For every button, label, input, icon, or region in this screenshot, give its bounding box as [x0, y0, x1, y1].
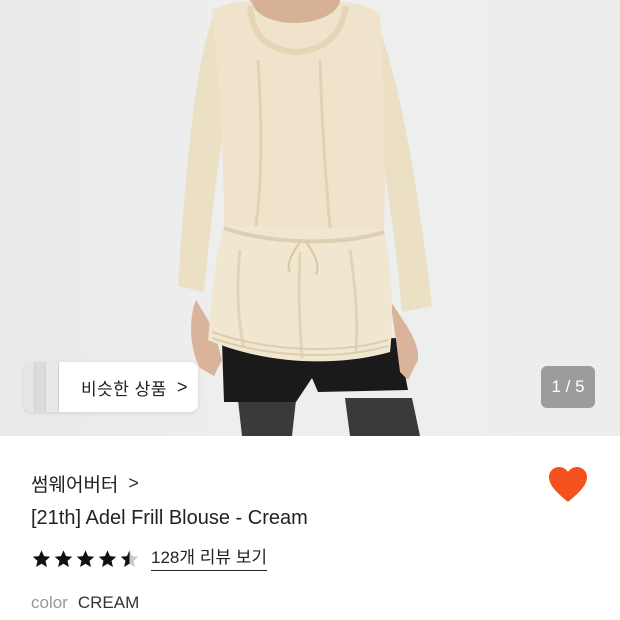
brand-name: 썸웨어버터 — [31, 475, 119, 496]
heart-icon[interactable] — [548, 466, 588, 504]
rating-stars — [31, 549, 141, 570]
star-icon — [32, 550, 51, 567]
reviews-link[interactable]: 128개 리뷰 보기 — [151, 548, 268, 571]
thumbnail — [35, 362, 46, 412]
star-icon — [98, 550, 117, 567]
star-icon — [76, 550, 95, 567]
product-photo[interactable]: 비슷한 상품 > 1 / 5 — [0, 0, 620, 436]
product-title: [21th] Adel Frill Blouse - Cream — [31, 507, 308, 529]
color-value: CREAM — [77, 593, 140, 612]
thumbnail — [46, 362, 59, 412]
color-option: color CREAM — [31, 593, 139, 613]
chevron-right-icon: > — [176, 376, 188, 397]
brand-link[interactable]: 썸웨어버터 > — [31, 470, 139, 497]
image-counter: 1 / 5 — [541, 366, 595, 408]
rating-row: 128개 리뷰 보기 — [31, 548, 268, 571]
chevron-right-icon: > — [128, 473, 139, 493]
similar-thumbnails — [24, 362, 59, 412]
star-icon — [54, 550, 73, 567]
star-icon — [120, 550, 139, 567]
color-label: color — [31, 593, 68, 612]
thumbnail — [24, 362, 35, 412]
similar-products-button[interactable]: 비슷한 상품 > — [24, 362, 198, 412]
similar-products-label: 비슷한 상품 — [81, 379, 167, 399]
